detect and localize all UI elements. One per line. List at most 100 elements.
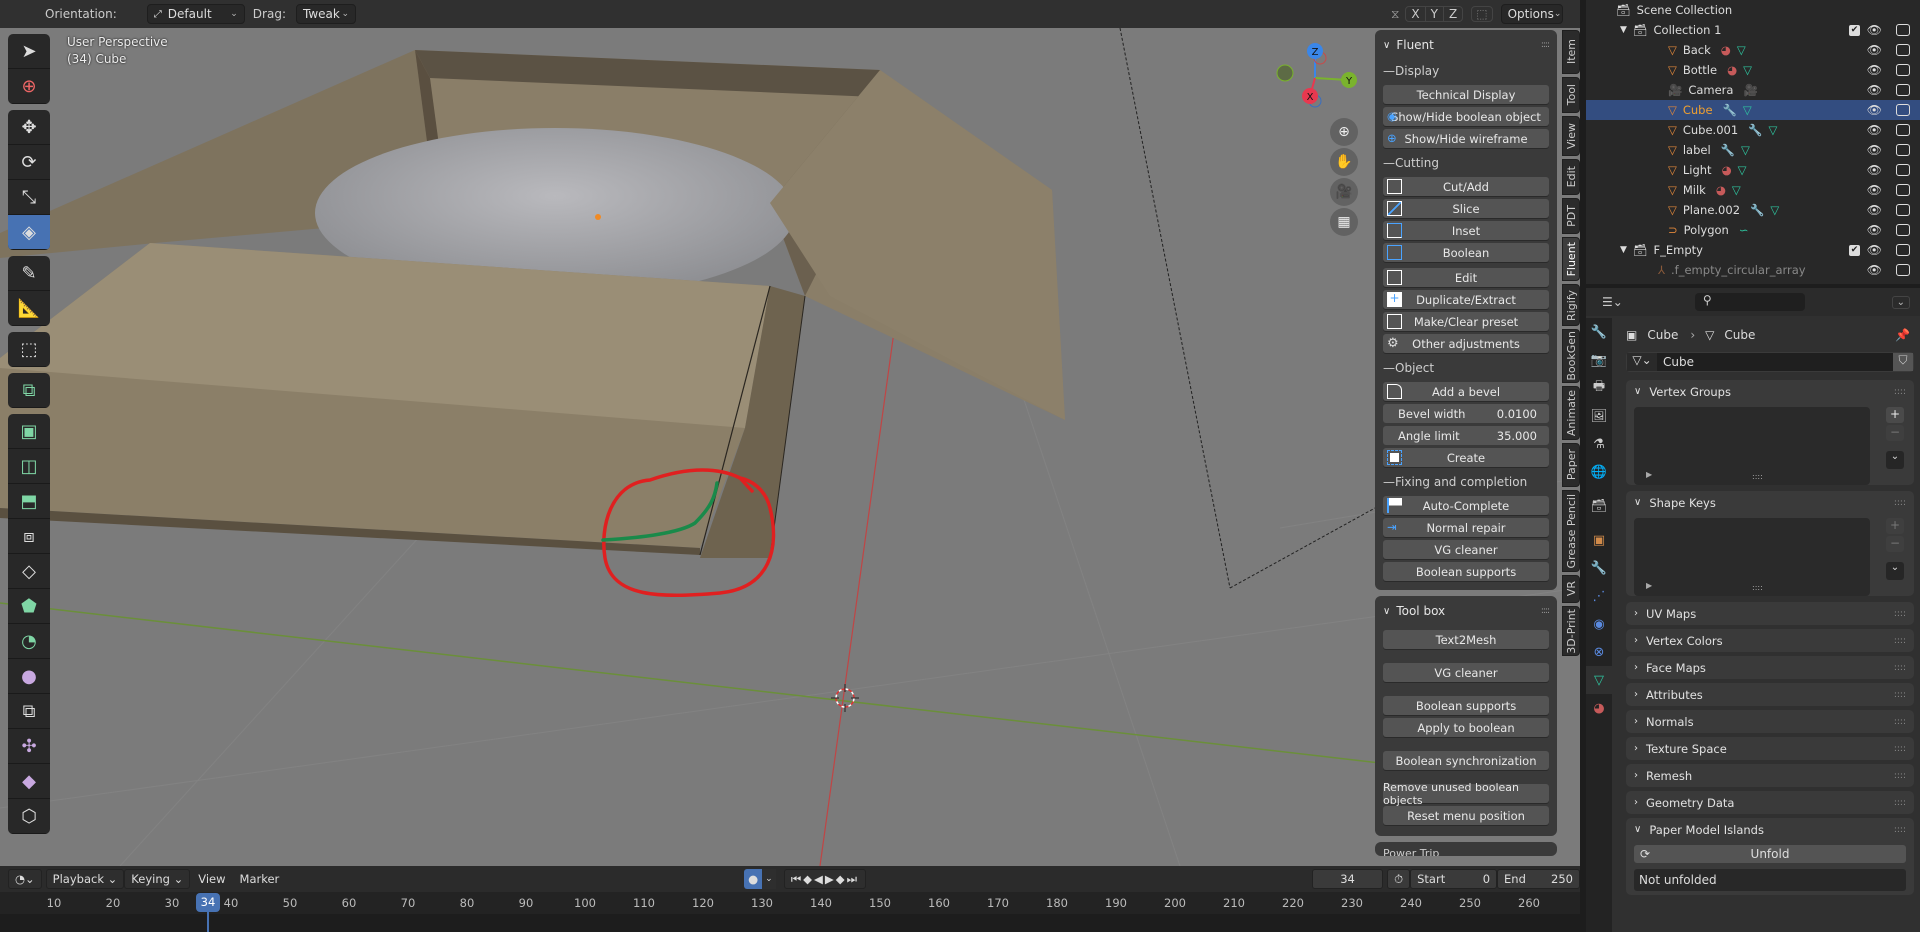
vg-cleaner-button[interactable]: VG cleaner xyxy=(1383,540,1549,559)
angle-limit-field[interactable]: Angle limit 35.000 xyxy=(1383,426,1549,445)
eye-icon[interactable]: 👁 xyxy=(1867,183,1882,197)
add-shape-key-button[interactable]: + xyxy=(1886,518,1904,534)
technical-display-button[interactable]: Technical Display xyxy=(1383,85,1549,104)
drag-dropdown[interactable]: Tweak ⌄ xyxy=(295,4,356,24)
playhead-frame-badge[interactable]: 34 xyxy=(196,893,220,912)
eye-icon[interactable]: 👁 xyxy=(1867,243,1882,257)
mesh-data-icon[interactable]: ▽ xyxy=(1769,123,1778,137)
render-tab[interactable]: 📷 xyxy=(1586,346,1612,374)
face-maps-panel[interactable]: › Face Maps:::: xyxy=(1626,656,1914,679)
vertex-group-specials-button[interactable]: ⌄ xyxy=(1886,451,1904,469)
spin-tool[interactable]: ◔ xyxy=(8,624,50,659)
make-clear-preset-button[interactable]: Make/Clear preset xyxy=(1383,312,1549,331)
orientation-dropdown[interactable]: ⤢ Default ⌄ xyxy=(146,4,245,24)
boolean-button[interactable]: Boolean xyxy=(1383,243,1549,262)
material-icon[interactable]: ◕ xyxy=(1716,183,1726,197)
vertex-groups-list[interactable]: ▶ :::: + − ⌄ xyxy=(1634,407,1904,485)
properties-search-input[interactable]: ⚲ xyxy=(1694,293,1805,311)
eye-icon[interactable]: 👁 xyxy=(1867,63,1882,77)
drag-grip-icon[interactable]: :::: xyxy=(1894,771,1906,781)
uv-maps-panel[interactable]: › UV Maps:::: xyxy=(1626,602,1914,625)
material-icon[interactable]: ◕ xyxy=(1722,163,1732,177)
outliner-item-plane-002[interactable]: ▽ Plane.002 🔧 ▽ 👁 xyxy=(1586,200,1920,220)
end-frame-field[interactable]: End 250 xyxy=(1497,869,1580,889)
render-camera-icon[interactable] xyxy=(1896,164,1910,176)
shear-tool[interactable]: ◆ xyxy=(8,764,50,799)
duplicate-extract-button[interactable]: + Duplicate/Extract xyxy=(1383,290,1549,309)
shape-keys-header[interactable]: ∨ Shape Keys:::: xyxy=(1626,491,1914,514)
auto-keying-toggle[interactable]: ● xyxy=(744,869,763,889)
tab-3d-print[interactable]: 3D-Print xyxy=(1562,606,1580,656)
poly-build-tool[interactable]: ⬟ xyxy=(8,589,50,624)
drag-grip-icon[interactable]: :::: xyxy=(1894,744,1906,754)
modifier-icon[interactable]: 🔧 xyxy=(1748,123,1762,137)
drag-grip-icon[interactable]: :::: xyxy=(1894,636,1906,646)
outliner-item-polygon[interactable]: ⊃ Polygon ∽ 👁 xyxy=(1586,220,1920,240)
outliner-item-milk[interactable]: ▽ Milk ◕ ▽ 👁 xyxy=(1586,180,1920,200)
cursor-tool[interactable]: ⊕ xyxy=(8,69,50,104)
expand-arrow-icon[interactable]: ▶ xyxy=(1646,470,1652,479)
bevel-tool[interactable]: ⬒ xyxy=(8,484,50,519)
tab-bookgen[interactable]: BookGen xyxy=(1562,329,1580,383)
curve-data-icon[interactable]: ∽ xyxy=(1739,223,1749,237)
extrude-tool[interactable]: ▣ xyxy=(8,414,50,449)
editor-type-icon[interactable]: ☰⌄ xyxy=(1602,295,1623,309)
mesh-browse-icon[interactable]: ▽⌄ xyxy=(1627,353,1657,371)
tab-vr[interactable]: VR xyxy=(1562,575,1580,603)
playback-menu[interactable]: Playback ⌄ xyxy=(45,869,125,889)
knife-tool[interactable]: ◇ xyxy=(8,554,50,589)
mesh-data-icon[interactable]: ▽ xyxy=(1737,43,1746,57)
eye-icon[interactable]: 👁 xyxy=(1867,123,1882,137)
drag-grip-icon[interactable]: :::: xyxy=(1894,609,1906,619)
toolbox-vg-cleaner-button[interactable]: VG cleaner xyxy=(1383,663,1549,682)
outliner-item-label[interactable]: ▽ label 🔧 ▽ 👁 xyxy=(1586,140,1920,160)
edge-slide-tool[interactable]: ⧉ xyxy=(8,694,50,729)
outliner-item-camera[interactable]: 🎥 Camera 🎥 👁 xyxy=(1586,80,1920,100)
resize-grip-icon[interactable]: :::: xyxy=(1752,583,1763,592)
tool-settings-tab[interactable]: 🔧 xyxy=(1586,318,1612,346)
shape-key-specials-button[interactable]: ⌄ xyxy=(1886,562,1904,580)
marker-menu[interactable]: Marker xyxy=(240,872,280,886)
tab-rigify[interactable]: Rigify xyxy=(1562,284,1580,326)
material-icon[interactable]: ◕ xyxy=(1727,63,1737,77)
render-camera-icon[interactable] xyxy=(1896,264,1910,276)
fake-user-shield-icon[interactable]: ⛉ xyxy=(1893,353,1913,371)
f-empty-collection-row[interactable]: ▼ 🗃 F_Empty ✔ 👁 xyxy=(1586,240,1920,260)
mesh-data-icon[interactable]: ▽ xyxy=(1743,103,1752,117)
exclude-checkbox[interactable]: ✔ xyxy=(1849,24,1860,36)
render-camera-icon[interactable] xyxy=(1896,244,1910,256)
snap-toggle-icon[interactable]: ⬚ xyxy=(1471,6,1493,22)
add-vertex-group-button[interactable]: + xyxy=(1886,407,1904,423)
mirror-icon[interactable]: ⧖ xyxy=(1391,7,1399,22)
modifier-icon[interactable]: 🔧 xyxy=(1750,203,1764,217)
start-frame-field[interactable]: Start 0 xyxy=(1410,869,1498,889)
inset-button[interactable]: Inset xyxy=(1383,221,1549,240)
show-hide-wireframe-button[interactable]: ⊕ Show/Hide wireframe xyxy=(1383,129,1549,148)
drag-grip-icon[interactable]: :::: xyxy=(1894,663,1906,673)
tab-edit[interactable]: Edit xyxy=(1562,159,1580,195)
drag-grip-icon[interactable]: :::: xyxy=(1894,690,1906,700)
drag-grip-icon[interactable]: :::: xyxy=(1541,606,1550,616)
eye-icon[interactable]: 👁 xyxy=(1867,143,1882,157)
modifier-icon[interactable]: 🔧 xyxy=(1721,143,1735,157)
expand-arrow-icon[interactable]: ▶ xyxy=(1646,581,1652,590)
texture-space-panel[interactable]: › Texture Space:::: xyxy=(1626,737,1914,760)
current-frame-field[interactable]: 34 xyxy=(1311,869,1384,889)
mesh-datablock-field[interactable]: ▽⌄ Cube ⛉ xyxy=(1626,352,1914,372)
outliner-item-light[interactable]: ▽ Light ◕ ▽ 👁 xyxy=(1586,160,1920,180)
mirror-z-toggle[interactable]: Z xyxy=(1443,7,1462,21)
power-trip-panel-partial[interactable]: Power Trip xyxy=(1375,842,1557,856)
toolbox-panel-header[interactable]: ∨ Tool box :::: xyxy=(1383,600,1550,622)
jump-end-icon[interactable]: ⏭ xyxy=(847,872,859,887)
geometry-data-panel[interactable]: › Geometry Data:::: xyxy=(1626,791,1914,814)
outliner-item-cube[interactable]: ▽ Cube 🔧 ▽ 👁 xyxy=(1586,100,1920,120)
options-chevron-icon[interactable]: ⌄ xyxy=(1891,295,1910,309)
remove-vertex-group-button[interactable]: − xyxy=(1886,425,1904,441)
playhead-line[interactable] xyxy=(207,912,209,932)
rip-tool[interactable]: ⬡ xyxy=(8,799,50,834)
inset-tool[interactable]: ◫ xyxy=(8,449,50,484)
collection1-row[interactable]: ▼ 🗃 Collection 1 ✔ 👁 xyxy=(1586,20,1920,40)
shape-keys-list[interactable]: ▶ :::: + − ⌄ xyxy=(1634,518,1904,596)
other-adjustments-button[interactable]: ⚙ Other adjustments xyxy=(1383,334,1549,353)
3d-viewport[interactable]: Orientation: ⤢ Default ⌄ Drag: Tweak ⌄ ⧖… xyxy=(0,0,1580,866)
